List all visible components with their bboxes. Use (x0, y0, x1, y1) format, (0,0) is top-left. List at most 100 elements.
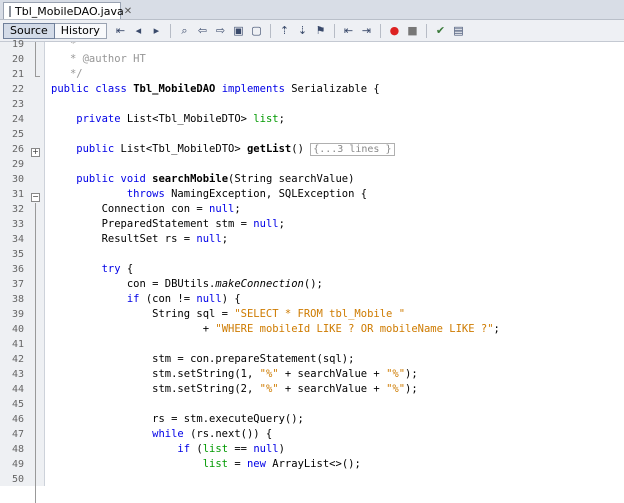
back-icon[interactable]: ◂ (131, 24, 146, 38)
line-number: 34 (11, 234, 24, 245)
forward-icon[interactable]: ▸ (149, 24, 164, 38)
code-token: null (196, 293, 222, 305)
shift-left-icon[interactable]: ⇤ (341, 24, 356, 38)
line-number: 31 (11, 189, 24, 200)
line-number: 38 (11, 294, 24, 305)
code-token: null (209, 203, 235, 215)
code-token: public (51, 143, 121, 155)
code-token: (con != (145, 293, 197, 305)
code-token: private (51, 113, 127, 125)
record-macro-icon[interactable]: ● (387, 24, 402, 38)
code-line: if (con != null) { (51, 293, 241, 305)
line-number: 46 (11, 414, 24, 425)
toolbar-separator (379, 23, 381, 38)
line-number: 22 (11, 84, 24, 95)
code-token: "SELECT * FROM tbl_Mobile " (234, 308, 406, 320)
line-number: 48 (11, 444, 24, 455)
code-line: ResultSet rs = null; (51, 233, 228, 245)
code-token: String sql = (51, 308, 235, 320)
fold-end-marker (35, 76, 40, 77)
code-token: * @author HT (51, 53, 146, 65)
line-number: 43 (11, 369, 24, 380)
code-editor[interactable]: * * @author HT */ public class Tbl_Mobile… (45, 42, 624, 486)
toggle-bookmark-icon[interactable]: ⚑ (313, 24, 328, 38)
code-line: try { (51, 263, 134, 275)
code-token: "%" (386, 368, 406, 380)
code-line: String sql = "SELECT * FROM tbl_Mobile " (51, 308, 405, 320)
check-icon[interactable]: ✔ (433, 24, 448, 38)
code-token: list (253, 113, 279, 125)
code-token: Tbl_MobileDAO (133, 83, 216, 95)
find-previous-icon[interactable]: ⇦ (195, 24, 210, 38)
fold-guide-line (35, 42, 36, 76)
close-tab-icon[interactable]: ✕ (124, 6, 132, 17)
code-line: public class Tbl_MobileDAO implements Se… (51, 83, 380, 95)
code-line: if (list == null) (51, 443, 285, 455)
code-token: stm = con.prepareStatement(sql); (51, 353, 355, 365)
collapsed-fold-marker[interactable]: {...3 lines } (310, 143, 395, 156)
collapse-fold-icon[interactable]: − (31, 193, 40, 202)
line-number: 20 (11, 54, 24, 65)
code-token: searchMobile (152, 173, 229, 185)
find-selection-icon[interactable]: ▣ (231, 24, 246, 38)
code-token: */ (51, 68, 83, 80)
next-bookmark-icon[interactable]: ⇣ (295, 24, 310, 38)
last-edit-icon[interactable]: ⇤ (113, 24, 128, 38)
stop-macro-icon[interactable]: ■ (405, 24, 420, 38)
line-number: 36 (11, 264, 24, 275)
code-token: ; (221, 233, 229, 245)
highlight-icon[interactable]: ▢ (249, 24, 264, 38)
code-token: + (51, 323, 216, 335)
find-icon[interactable]: ⌕ (177, 24, 192, 38)
line-number: 44 (11, 384, 24, 395)
code-token: list (202, 443, 229, 455)
line-number: 35 (11, 249, 24, 260)
line-number: 41 (11, 339, 24, 350)
toolbar-separator (269, 23, 271, 38)
code-token: new (246, 458, 273, 470)
diff-icon[interactable]: ▤ (451, 24, 466, 38)
line-number: 50 (11, 474, 24, 485)
code-line: public List<Tbl_MobileDTO> getList() {..… (51, 143, 395, 156)
line-number: 42 (11, 354, 24, 365)
code-token: List<Tbl_MobileDTO> (120, 143, 247, 155)
line-number: 32 (11, 204, 24, 215)
code-token: stm.setString(2, (51, 383, 260, 395)
fold-guide-line (35, 203, 36, 503)
code-token: "WHERE mobileId LIKE ? OR mobileName LIK… (215, 323, 494, 335)
code-token: while (51, 428, 191, 440)
line-number: 19 (11, 39, 24, 50)
expand-fold-icon[interactable]: + (31, 148, 40, 157)
find-next-icon[interactable]: ⇨ (213, 24, 228, 38)
line-number-gutter: 19 20 21 22 23 24 25 26 29 30 31 32 33 34 35 36 37 38 39 40… (0, 39, 45, 503)
file-tab[interactable]: Tbl_MobileDAO.java ✕ (3, 2, 132, 19)
code-line: * @author HT (51, 53, 146, 65)
history-tab-button[interactable]: History (54, 22, 107, 39)
editor-toolbar: Source History ⇤ ◂ ▸ ⌕ ⇦ ⇨ ▣ ▢ ⇡ ⇣ ⚑ ⇤ ⇥… (0, 20, 624, 42)
toolbar-separator (333, 23, 335, 38)
source-tab-button[interactable]: Source (3, 22, 55, 39)
code-token: == (228, 443, 254, 455)
code-token: "%" (386, 383, 406, 395)
line-number: 25 (11, 129, 24, 140)
line-number: 29 (11, 159, 24, 170)
code-line: throws NamingException, SQLException { (51, 188, 367, 200)
line-number: 24 (11, 114, 24, 125)
code-token: PreparedStatement stm = (51, 218, 254, 230)
shift-right-icon[interactable]: ⇥ (359, 24, 374, 38)
toolbar-separator (425, 23, 427, 38)
code-line: stm.setString(1, "%" + searchValue + "%"… (51, 368, 418, 380)
code-token: try (51, 263, 127, 275)
line-number: 40 (11, 324, 24, 335)
line-number: 23 (11, 99, 24, 110)
code-token: if (51, 293, 146, 305)
code-line: Connection con = null; (51, 203, 241, 215)
code-token: ArrayList<>(); (272, 458, 361, 470)
code-token: "%" (259, 368, 279, 380)
line-number: 37 (11, 279, 24, 290)
code-token: ); (405, 368, 418, 380)
previous-bookmark-icon[interactable]: ⇡ (277, 24, 292, 38)
code-token: ; (278, 113, 285, 125)
code-token: ; (278, 218, 285, 230)
